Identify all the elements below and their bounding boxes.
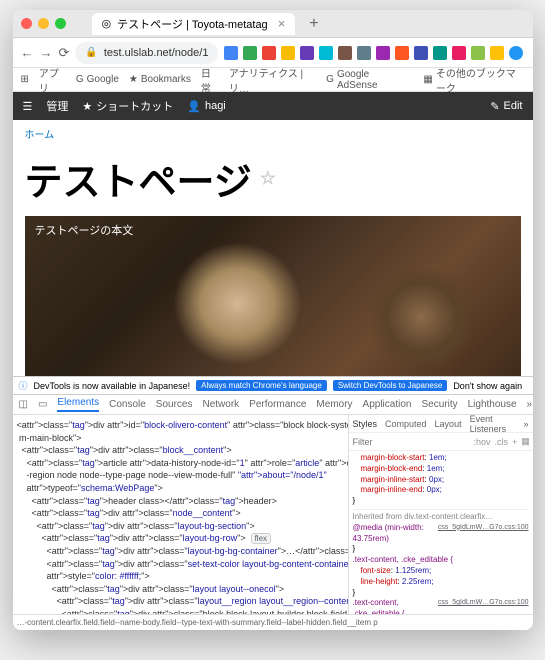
tab-application[interactable]: Application xyxy=(363,399,412,410)
lock-icon: 🔒 xyxy=(85,47,97,58)
address-bar[interactable]: 🔒 test.ulslab.net/node/1 xyxy=(75,42,218,64)
ext-icon[interactable] xyxy=(490,46,504,60)
admin-menu-toggle[interactable]: ☰ xyxy=(23,100,33,113)
bookmarks-bar: ⊞ アプリ G Google ★ Bookmarks 日常 アナリティクス | … xyxy=(13,68,533,92)
ext-icon[interactable] xyxy=(243,46,257,60)
device-icon[interactable]: ▭ xyxy=(38,399,47,410)
tab-memory[interactable]: Memory xyxy=(316,399,352,410)
bookmark-item[interactable]: アナリティクス | リ… xyxy=(229,65,316,95)
banner-match-button[interactable]: Always match Chrome's language xyxy=(196,380,327,391)
hov-toggle[interactable]: :hov xyxy=(474,437,491,447)
ext-icon[interactable] xyxy=(300,46,314,60)
ext-icon[interactable] xyxy=(395,46,409,60)
tab-security[interactable]: Security xyxy=(421,399,457,410)
styles-content[interactable]: margin-block-start: 1em;margin-block-end… xyxy=(349,451,533,614)
other-bookmarks[interactable]: ▦ その他のブックマーク xyxy=(423,65,524,95)
tab-favicon: ◎ xyxy=(102,17,112,30)
breadcrumb[interactable]: ホーム xyxy=(13,120,533,147)
bookmark-item[interactable]: 日常 xyxy=(201,65,219,95)
banner-message: DevTools is now available in Japanese! xyxy=(34,381,191,391)
ext-icon[interactable] xyxy=(224,46,238,60)
add-rule-button[interactable]: + xyxy=(512,437,517,447)
ext-icon[interactable] xyxy=(471,46,485,60)
computed-tab[interactable]: Computed xyxy=(385,419,427,429)
tab-more[interactable]: » xyxy=(527,399,533,410)
devtools-panel: ◫ ▭ Elements Console Sources Network Per… xyxy=(13,394,533,630)
ext-icon[interactable] xyxy=(357,46,371,60)
ext-icon[interactable] xyxy=(262,46,276,60)
elements-breadcrumbs[interactable]: …-content.clearfix.field.field--name-bod… xyxy=(13,614,533,630)
maximize-window-button[interactable] xyxy=(55,18,66,29)
new-tab-button[interactable]: + xyxy=(309,15,318,33)
admin-shortcuts[interactable]: ★ ショートカット xyxy=(82,98,173,114)
banner-switch-button[interactable]: Switch DevTools to Japanese xyxy=(333,380,448,391)
more-styles-tabs[interactable]: » xyxy=(523,419,528,429)
ext-icon[interactable] xyxy=(338,46,352,60)
styles-tab[interactable]: Styles xyxy=(353,419,378,429)
bookmark-item[interactable]: G Google xyxy=(76,74,119,85)
page-content: ホーム テストページ ☆ テストページの本文 xyxy=(13,120,533,376)
back-button[interactable]: ← xyxy=(21,46,34,60)
more-styles-icon[interactable]: ▦ xyxy=(521,436,530,447)
url-text: test.ulslab.net/node/1 xyxy=(104,47,209,59)
bookmark-item[interactable]: アプリ xyxy=(39,65,66,95)
inspect-icon[interactable]: ◫ xyxy=(19,399,28,410)
elements-tree[interactable]: <attr">class="tag">div attr">id="block-o… xyxy=(13,415,348,614)
cls-toggle[interactable]: .cls xyxy=(495,437,509,447)
browser-tab[interactable]: ◎ テストページ | Toyota-metatag × xyxy=(92,13,296,35)
bookmark-item[interactable]: G Google AdSense xyxy=(326,69,403,91)
window-titlebar: ◎ テストページ | Toyota-metatag × + xyxy=(13,10,533,38)
tab-close-button[interactable]: × xyxy=(278,16,286,31)
tab-title: テストページ | Toyota-metatag xyxy=(117,16,268,32)
hero-image: テストページの本文 xyxy=(25,216,521,376)
admin-user[interactable]: 👤 hagi xyxy=(187,100,226,113)
admin-edit-button[interactable]: ✎ Edit xyxy=(490,100,522,113)
menu-button[interactable]: ⋮ xyxy=(529,46,532,60)
ext-icon[interactable] xyxy=(319,46,333,60)
browser-toolbar: ← → ⟳ 🔒 test.ulslab.net/node/1 ⋮ xyxy=(13,38,533,68)
tab-console[interactable]: Console xyxy=(109,399,146,410)
hero-caption: テストページの本文 xyxy=(35,222,134,238)
reload-button[interactable]: ⟳ xyxy=(59,46,70,60)
event-listeners-tab[interactable]: Event Listeners xyxy=(470,415,516,434)
admin-manage[interactable]: 管理 xyxy=(46,98,68,114)
apps-icon[interactable]: ⊞ xyxy=(21,74,29,85)
bookmark-item[interactable]: ★ Bookmarks xyxy=(129,74,191,85)
ext-icon[interactable] xyxy=(281,46,295,60)
page-title: テストページ ☆ xyxy=(13,147,533,216)
ext-icon[interactable] xyxy=(414,46,428,60)
layout-tab[interactable]: Layout xyxy=(435,419,462,429)
close-window-button[interactable] xyxy=(21,18,32,29)
drupal-admin-toolbar: ☰ 管理 ★ ショートカット 👤 hagi ✎ Edit xyxy=(13,92,533,120)
star-icon[interactable]: ☆ xyxy=(260,168,276,189)
info-icon: ⓘ xyxy=(19,379,28,392)
tab-elements[interactable]: Elements xyxy=(57,397,99,412)
tab-sources[interactable]: Sources xyxy=(156,399,193,410)
tab-lighthouse[interactable]: Lighthouse xyxy=(468,399,517,410)
styles-pane: Styles Computed Layout Event Listeners »… xyxy=(348,415,533,614)
tab-performance[interactable]: Performance xyxy=(249,399,306,410)
devtools-tabs: ◫ ▭ Elements Console Sources Network Per… xyxy=(13,395,533,415)
ext-icon[interactable] xyxy=(452,46,466,60)
minimize-window-button[interactable] xyxy=(38,18,49,29)
extension-icons xyxy=(224,46,523,60)
avatar[interactable] xyxy=(509,46,523,60)
tab-network[interactable]: Network xyxy=(202,399,239,410)
devtools-language-banner: ⓘ DevTools is now available in Japanese!… xyxy=(13,376,533,394)
ext-icon[interactable] xyxy=(376,46,390,60)
banner-dismiss[interactable]: Don't show again xyxy=(453,381,522,391)
forward-button[interactable]: → xyxy=(40,46,53,60)
styles-filter-input[interactable] xyxy=(353,437,470,447)
ext-icon[interactable] xyxy=(433,46,447,60)
